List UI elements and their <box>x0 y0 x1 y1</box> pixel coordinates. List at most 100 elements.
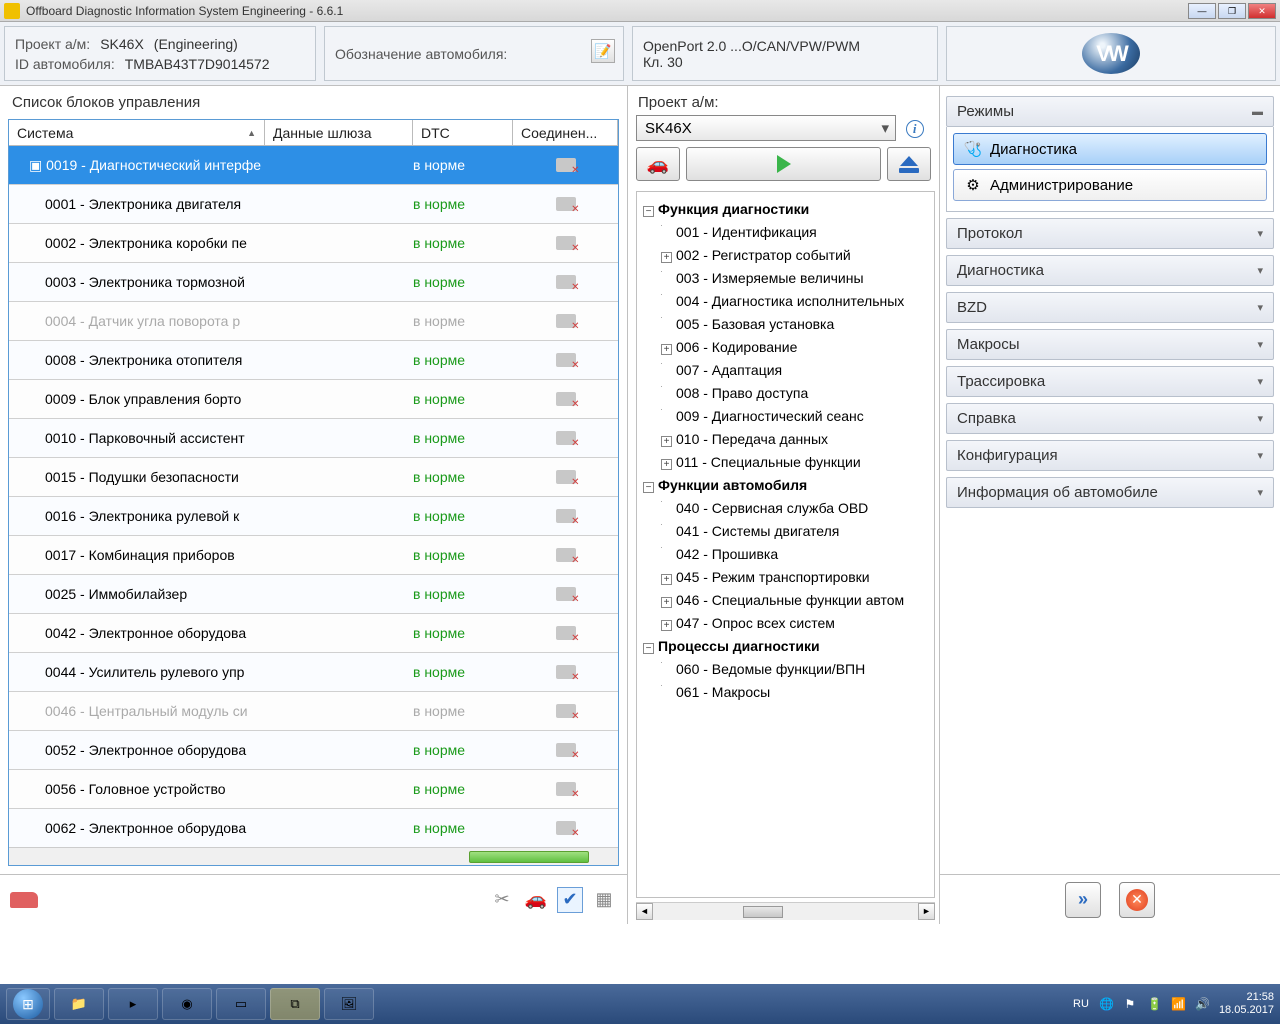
start-button[interactable] <box>686 147 881 181</box>
mode-admin-button[interactable]: ⚙ Администрирование <box>953 169 1267 201</box>
table-row[interactable]: 0015 - Подушки безопасностив норме <box>9 458 618 497</box>
tree-item[interactable]: 004 - Диагностика исполнительных <box>661 290 930 313</box>
tree-item[interactable]: 008 - Право доступа <box>661 382 930 405</box>
tree-item[interactable]: 007 - Адаптация <box>661 359 930 382</box>
col-gateway[interactable]: Данные шлюза <box>265 120 413 145</box>
ecu-table-body[interactable]: ▣ 0019 - Диагностический интерфев норме0… <box>9 146 618 847</box>
tree-toggle-icon[interactable]: − <box>643 482 654 493</box>
tray-lang[interactable]: RU <box>1073 998 1089 1010</box>
tree-hscrollbar[interactable]: ◄ ► <box>636 902 935 920</box>
table-row[interactable]: 0008 - Электроника отопителяв норме <box>9 341 618 380</box>
tree-toggle-icon[interactable]: + <box>661 252 672 263</box>
tree-item[interactable]: +010 - Передача данных <box>661 428 930 451</box>
table-row[interactable]: 0003 - Электроника тормознойв норме <box>9 263 618 302</box>
car-icon[interactable] <box>10 892 38 908</box>
table-row[interactable]: 0009 - Блок управления бортов норме <box>9 380 618 419</box>
tray-network-icon[interactable]: 📶 <box>1171 997 1185 1011</box>
tool-grid-icon[interactable]: ▦ <box>591 887 617 913</box>
taskbar-media[interactable]: ▸ <box>108 988 158 1020</box>
taskbar-explorer[interactable]: 📁 <box>54 988 104 1020</box>
tree-toggle-icon[interactable]: + <box>661 459 672 470</box>
tree-item[interactable]: 042 - Прошивка <box>661 543 930 566</box>
select-vehicle-button[interactable]: 🚗 <box>636 147 680 181</box>
tree-item[interactable]: 060 - Ведомые функции/ВПН <box>661 658 930 681</box>
table-row[interactable]: 0004 - Датчик угла поворота рв норме <box>9 302 618 341</box>
system-tray[interactable]: RU 🌐 ⚑ 🔋 📶 🔊 21:58 18.05.2017 <box>1073 991 1274 1017</box>
stop-button[interactable]: ✕ <box>1119 882 1155 918</box>
table-row[interactable]: ▣ 0019 - Диагностический интерфев норме <box>9 146 618 185</box>
tree-toggle-icon[interactable]: + <box>661 620 672 631</box>
tray-battery-icon[interactable]: 🔋 <box>1147 997 1161 1011</box>
mode-diagnostics-button[interactable]: 🩺 Диагностика <box>953 133 1267 165</box>
taskbar-odis[interactable]: ⧉ <box>270 988 320 1020</box>
tree-toggle-icon[interactable]: − <box>643 643 654 654</box>
col-system[interactable]: Система▲ <box>9 120 265 145</box>
tree-toggle-icon[interactable]: − <box>643 206 654 217</box>
tree-item[interactable]: 005 - Базовая установка <box>661 313 930 336</box>
accordion-section[interactable]: Информация об автомобиле▾ <box>946 477 1274 508</box>
tree-item[interactable]: +006 - Кодирование <box>661 336 930 359</box>
accordion-section[interactable]: Макросы▾ <box>946 329 1274 360</box>
accordion-section[interactable]: Справка▾ <box>946 403 1274 434</box>
tool-check-icon[interactable]: ✔ <box>557 887 583 913</box>
table-row[interactable]: 0010 - Парковочный ассистентв норме <box>9 419 618 458</box>
table-row[interactable]: 0046 - Центральный модуль сив норме <box>9 692 618 731</box>
table-row[interactable]: 0042 - Электронное оборудовав норме <box>9 614 618 653</box>
scroll-thumb[interactable] <box>469 851 589 863</box>
accordion-section[interactable]: Трассировка▾ <box>946 366 1274 397</box>
table-row[interactable]: 0044 - Усилитель рулевого упрв норме <box>9 653 618 692</box>
function-tree[interactable]: −Функция диагностики001 - Идентификация+… <box>636 191 935 898</box>
accordion-section[interactable]: Протокол▾ <box>946 218 1274 249</box>
tree-toggle-icon[interactable]: + <box>661 344 672 355</box>
tray-clock[interactable]: 21:58 18.05.2017 <box>1219 991 1274 1017</box>
taskbar[interactable]: ⊞ 📁 ▸ ◉ ▭ ⧉ 🖼 RU 🌐 ⚑ 🔋 📶 🔊 21:58 18.05.2… <box>0 984 1280 1024</box>
tree-toggle-icon[interactable]: + <box>661 597 672 608</box>
tree-item[interactable]: 003 - Измеряемые величины <box>661 267 930 290</box>
tree-item[interactable]: 041 - Системы двигателя <box>661 520 930 543</box>
eject-button[interactable] <box>887 147 931 181</box>
tree-item[interactable]: +047 - Опрос всех систем <box>661 612 930 635</box>
tree-item[interactable]: 009 - Диагностический сеанс <box>661 405 930 428</box>
ecu-hscrollbar[interactable] <box>9 847 618 865</box>
tree-item[interactable]: 040 - Сервисная служба OBD <box>661 497 930 520</box>
tree-item[interactable]: +046 - Специальные функции автом <box>661 589 930 612</box>
tree-item[interactable]: +045 - Режим транспортировки <box>661 566 930 589</box>
tool-car-icon[interactable]: 🚗 <box>523 887 549 913</box>
tree-toggle-icon[interactable]: + <box>661 574 672 585</box>
tree-toggle-icon[interactable]: + <box>661 436 672 447</box>
accordion-section[interactable]: Диагностика▾ <box>946 255 1274 286</box>
start-button[interactable]: ⊞ <box>6 988 50 1020</box>
taskbar-images[interactable]: 🖼 <box>324 988 374 1020</box>
scroll-left-icon[interactable]: ◄ <box>636 903 653 920</box>
tree-item[interactable]: +011 - Специальные функции <box>661 451 930 474</box>
col-dtc[interactable]: DTC <box>413 120 513 145</box>
edit-vehicle-button[interactable]: 📝 <box>591 39 615 63</box>
tree-item[interactable]: 001 - Идентификация <box>661 221 930 244</box>
table-row[interactable]: 0025 - Иммобилайзерв норме <box>9 575 618 614</box>
accordion-section[interactable]: Конфигурация▾ <box>946 440 1274 471</box>
col-connection[interactable]: Соединен... <box>513 120 618 145</box>
tree-item[interactable]: +002 - Регистратор событий <box>661 244 930 267</box>
close-button[interactable]: ✕ <box>1248 3 1276 19</box>
table-row[interactable]: 0002 - Электроника коробки пев норме <box>9 224 618 263</box>
table-row[interactable]: 0052 - Электронное оборудовав норме <box>9 731 618 770</box>
maximize-button[interactable]: ❐ <box>1218 3 1246 19</box>
table-row[interactable]: 0001 - Электроника двигателяв норме <box>9 185 618 224</box>
scroll-thumb[interactable] <box>743 906 783 918</box>
minimize-button[interactable]: — <box>1188 3 1216 19</box>
tray-flag-icon[interactable]: ⚑ <box>1123 997 1137 1011</box>
table-row[interactable]: 0056 - Головное устройствов норме <box>9 770 618 809</box>
tool-cut-icon[interactable]: ✂ <box>489 887 515 913</box>
info-icon[interactable]: i <box>906 120 924 138</box>
scroll-right-icon[interactable]: ► <box>918 903 935 920</box>
tray-globe-icon[interactable]: 🌐 <box>1099 997 1113 1011</box>
accordion-section[interactable]: BZD▾ <box>946 292 1274 323</box>
project-select[interactable]: SK46X <box>636 115 896 141</box>
taskbar-chrome[interactable]: ◉ <box>162 988 212 1020</box>
modes-header[interactable]: Режимы▬ <box>946 96 1274 127</box>
table-row[interactable]: 0016 - Электроника рулевой кв норме <box>9 497 618 536</box>
taskbar-tc[interactable]: ▭ <box>216 988 266 1020</box>
table-row[interactable]: 0017 - Комбинация приборовв норме <box>9 536 618 575</box>
tree-item[interactable]: 061 - Макросы <box>661 681 930 704</box>
forward-button[interactable]: » <box>1065 882 1101 918</box>
